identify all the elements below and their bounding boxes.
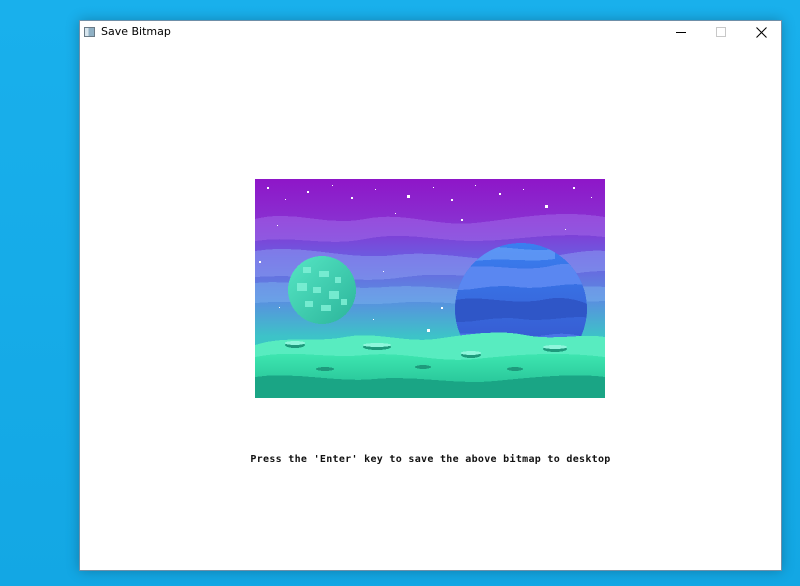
app-window-icon	[84, 27, 95, 37]
maximize-icon	[716, 27, 726, 37]
maximize-button[interactable]	[701, 21, 741, 43]
window-title: Save Bitmap	[101, 25, 171, 38]
desktop-background: Save Bitmap Press the 'Enter' key to sav…	[0, 0, 800, 586]
app-window[interactable]: Save Bitmap Press the 'Enter' key to sav…	[79, 20, 782, 571]
title-bar[interactable]: Save Bitmap	[80, 21, 781, 43]
minimize-button[interactable]	[661, 21, 701, 43]
minimize-icon	[676, 32, 686, 33]
close-icon	[755, 26, 767, 38]
instruction-text: Press the 'Enter' key to save the above …	[250, 454, 611, 465]
space-landscape-bitmap	[255, 179, 605, 398]
space-landscape-image	[255, 179, 605, 398]
close-button[interactable]	[741, 21, 781, 43]
client-area: Press the 'Enter' key to save the above …	[80, 43, 781, 570]
